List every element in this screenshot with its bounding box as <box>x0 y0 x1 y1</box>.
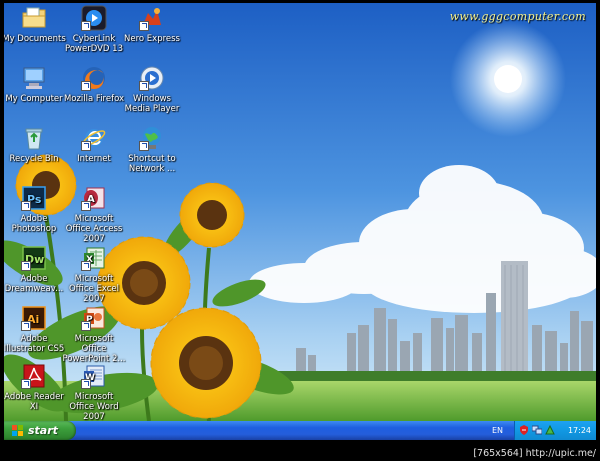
desktop-icon-my-computer[interactable]: My Computer <box>4 65 66 104</box>
update-tray-icon[interactable] <box>545 425 555 435</box>
acrobat-reader-icon <box>21 363 47 389</box>
illustrator-icon: Ai <box>21 305 47 331</box>
photoshop-icon: Ps <box>21 185 47 211</box>
desktop-icon-network-shortcut[interactable]: Shortcut to Network ... <box>120 125 184 174</box>
folder-documents-icon <box>21 5 47 31</box>
network-icon <box>139 125 165 151</box>
desktop-icon-powerdvd[interactable]: CyberLink PowerDVD 13 <box>62 5 126 54</box>
desktop-icon-label: Shortcut to Network ... <box>128 154 176 174</box>
desktop-icon-label: Recycle Bin <box>9 154 59 164</box>
desktop-icon-label: Microsoft Office PowerPoint 2... <box>62 334 126 364</box>
taskbar: start EN 17:24 <box>4 421 596 440</box>
desktop-icon-adobe-reader[interactable]: Adobe Reader XI <box>4 363 66 412</box>
desktop-icon-excel-2007[interactable]: X Microsoft Office Excel 2007 <box>62 245 126 304</box>
start-label: start <box>28 424 58 437</box>
internet-explorer-icon <box>81 125 107 151</box>
access-icon: A <box>81 185 107 211</box>
clock[interactable]: 17:24 <box>568 421 591 440</box>
word-icon: W <box>81 363 107 389</box>
desktop-icon-label: My Documents <box>4 34 66 44</box>
desktop-icon-label: Internet <box>77 154 111 164</box>
desktop-icon-word-2007[interactable]: W Microsoft Office Word 2007 <box>62 363 126 422</box>
dreamweaver-icon: Dw <box>21 245 47 271</box>
network-tray-icon[interactable] <box>532 425 542 435</box>
desktop-icon-label: Microsoft Office Access 2007 <box>65 214 123 244</box>
windows-logo-icon <box>12 425 23 436</box>
desktop-icon-windows-media-player[interactable]: Windows Media Player <box>120 65 184 114</box>
desktop-icon-my-documents[interactable]: My Documents <box>4 5 66 44</box>
language-indicator[interactable]: EN <box>492 421 503 440</box>
desktop-icon-label: CyberLink PowerDVD 13 <box>65 34 123 54</box>
desktop-icon-nero-express[interactable]: Nero Express <box>120 5 184 44</box>
desktop-icon-firefox[interactable]: Mozilla Firefox <box>62 65 126 104</box>
desktop-icon-label: Adobe Illustrator CS5 <box>4 334 65 354</box>
firefox-icon <box>81 65 107 91</box>
desktop-icon-label: Adobe Photoshop <box>11 214 57 234</box>
desktop-icon-access-2007[interactable]: A Microsoft Office Access 2007 <box>62 185 126 244</box>
desktop-icon-recycle-bin[interactable]: Recycle Bin <box>4 125 66 164</box>
desktop-icon-label: Nero Express <box>124 34 180 44</box>
desktop-icon-label: Microsoft Office Excel 2007 <box>68 274 120 304</box>
powerpoint-icon: P <box>81 305 107 331</box>
desktop-icon-label: Windows Media Player <box>124 94 180 114</box>
computer-icon <box>21 65 47 91</box>
desktop-icon-label: Microsoft Office Word 2007 <box>69 392 119 422</box>
desktop-icon-adobe-illustrator[interactable]: Ai Adobe Illustrator CS5 <box>4 305 66 354</box>
recycle-bin-icon <box>21 125 47 151</box>
image-credit: [765x564] http://upic.me/ <box>473 448 596 459</box>
desktop-icon-internet[interactable]: Internet <box>62 125 126 164</box>
media-player-icon <box>139 65 165 91</box>
security-shield-icon[interactable] <box>519 425 529 435</box>
desktop-icon-label: Adobe Reader XI <box>4 392 64 412</box>
desktop-screen: www.gggcomputer.com My Documents CyberLi… <box>4 3 596 440</box>
nero-icon <box>139 5 165 31</box>
desktop-icon-label: My Computer <box>5 94 63 104</box>
desktop-icon-adobe-photoshop[interactable]: Ps Adobe Photoshop <box>4 185 66 234</box>
powerdvd-icon <box>81 5 107 31</box>
start-button[interactable]: start <box>4 421 76 440</box>
excel-icon: X <box>81 245 107 271</box>
desktop-icon-label: Adobe Dreamweav... <box>4 274 64 294</box>
desktop-icon-adobe-dreamweaver[interactable]: Dw Adobe Dreamweav... <box>4 245 66 294</box>
wallpaper-watermark: www.gggcomputer.com <box>449 10 586 23</box>
desktop-icon-label: Mozilla Firefox <box>63 94 125 104</box>
system-tray: 17:24 <box>514 421 596 440</box>
desktop-icon-powerpoint-2007[interactable]: P Microsoft Office PowerPoint 2... <box>62 305 126 364</box>
